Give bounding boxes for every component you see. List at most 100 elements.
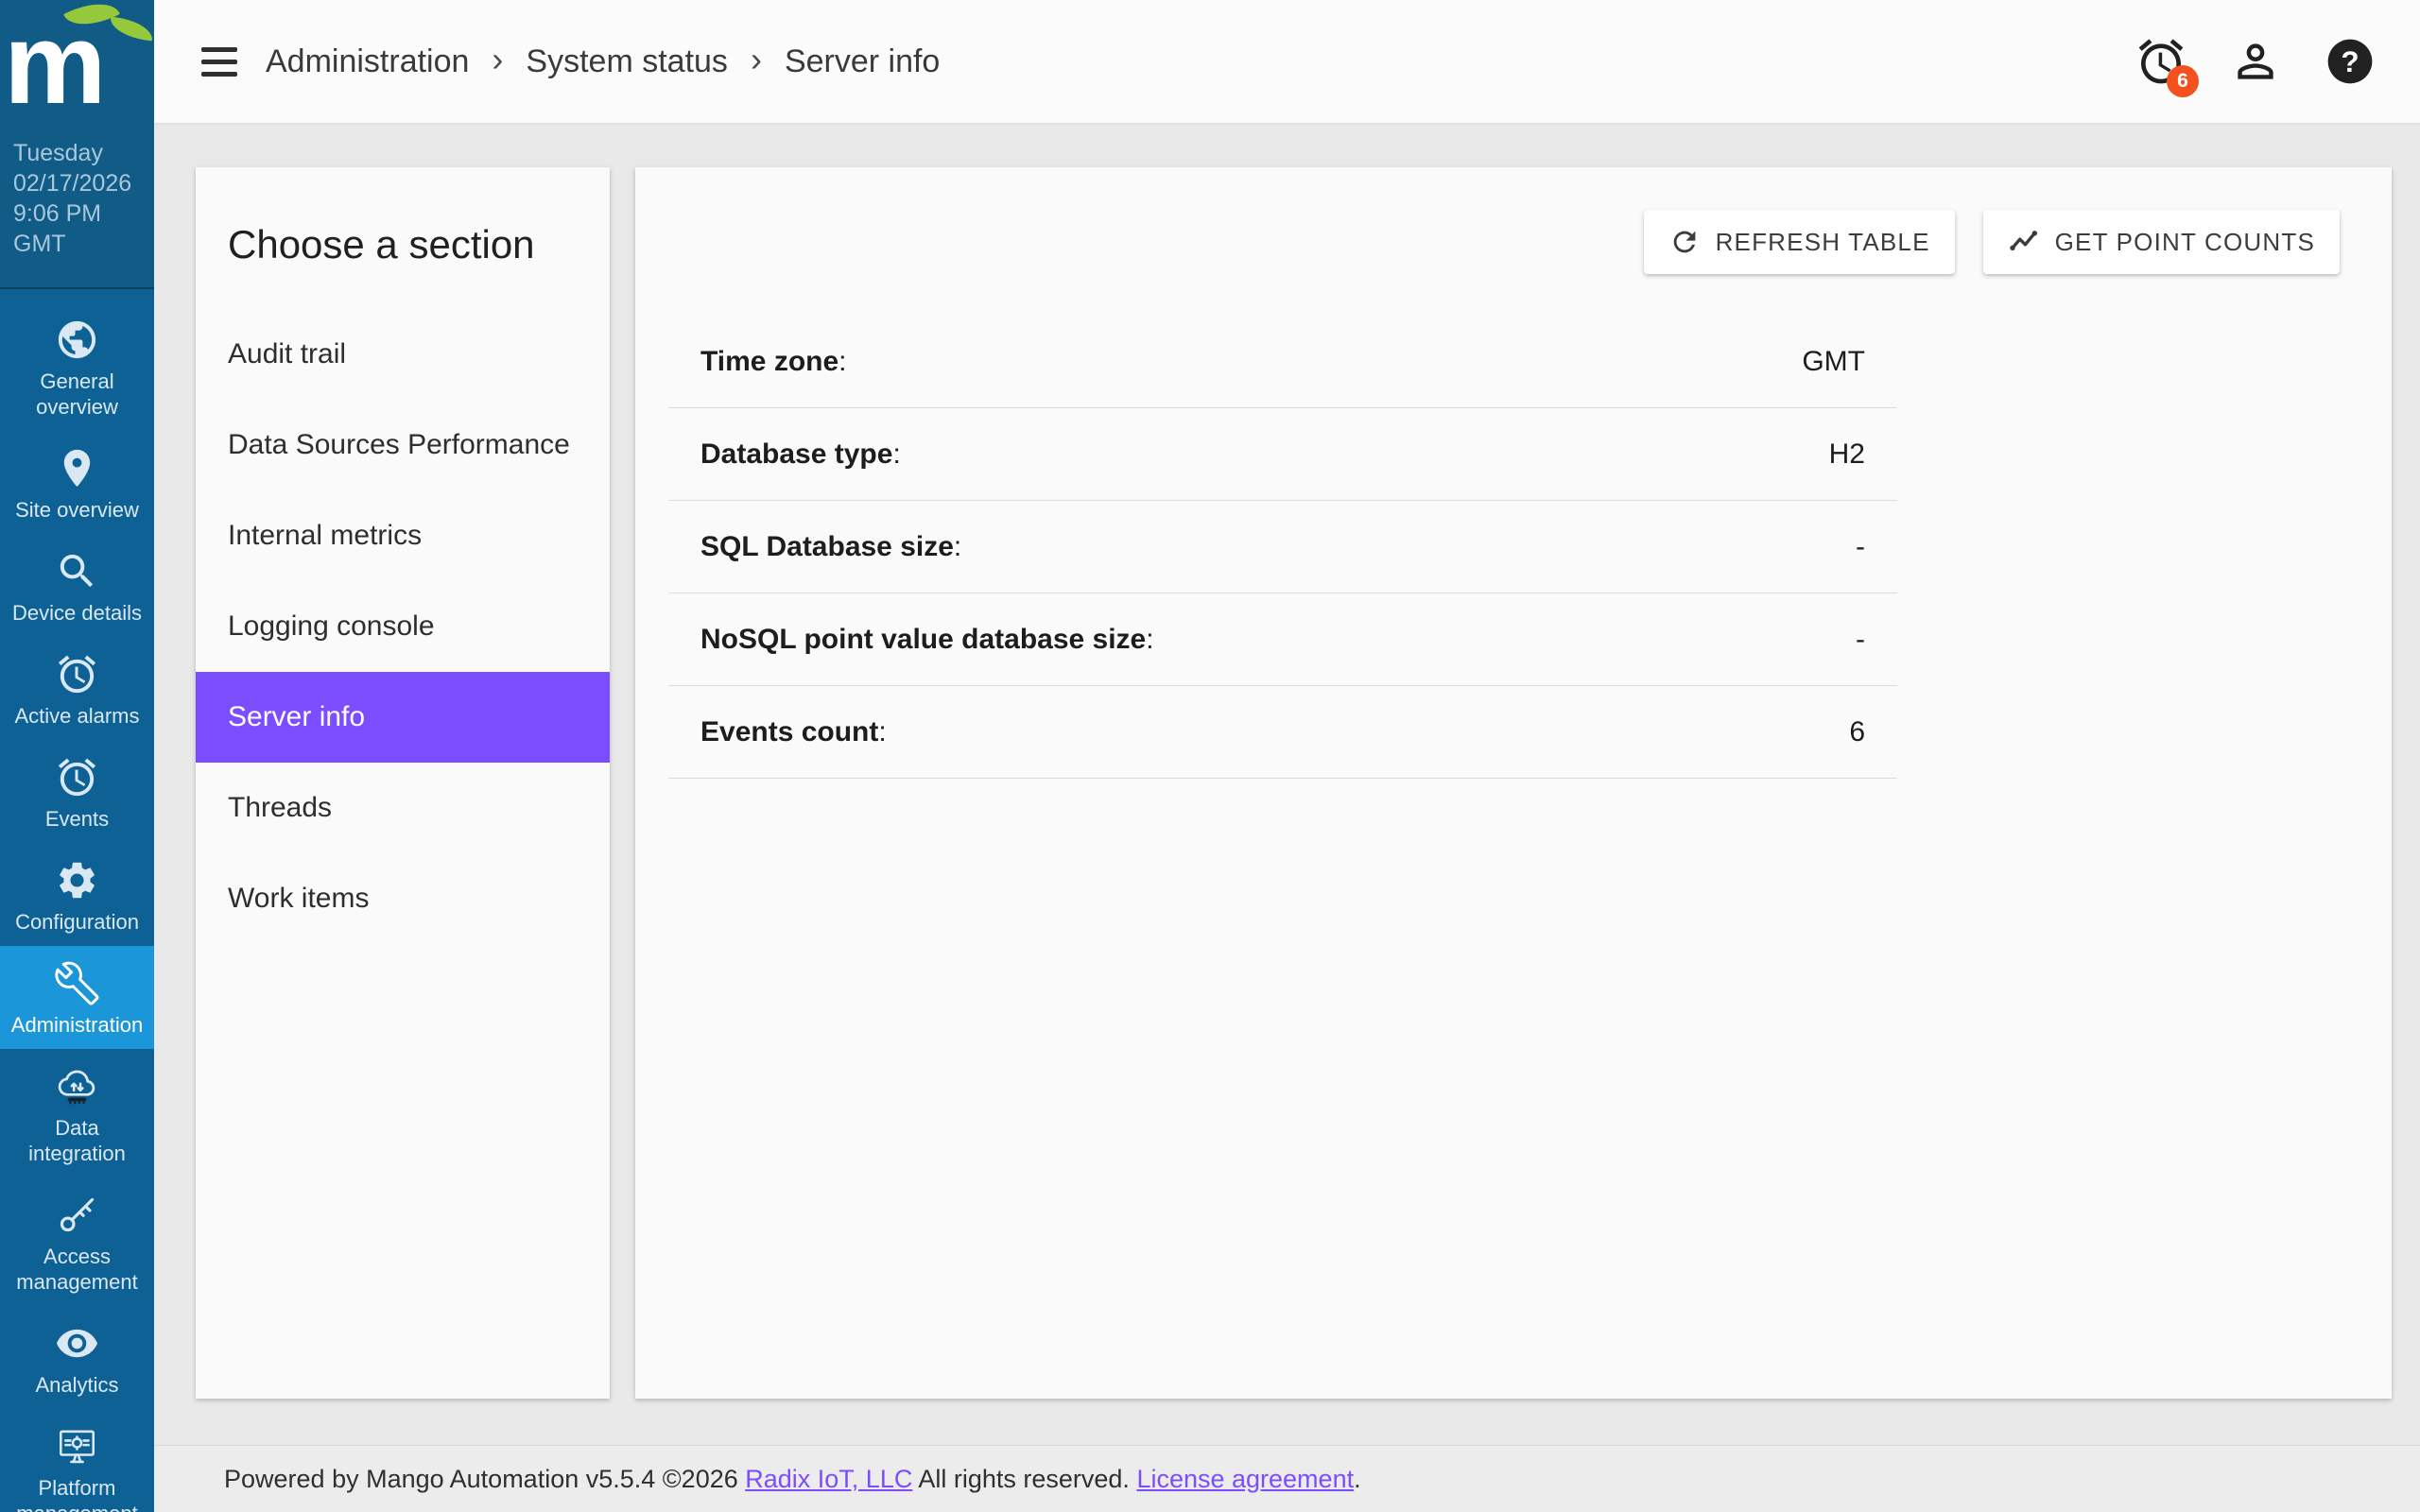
server-info-row-database-type: Database type: H2 xyxy=(668,408,1897,501)
footer-text: Powered by Mango Automation v5.5.4 ©2026… xyxy=(224,1465,1361,1494)
row-value: - xyxy=(1856,531,1865,563)
sidebar-item-data-integration[interactable]: Data integration xyxy=(0,1049,154,1177)
sidebar-item-label: Administration xyxy=(6,1012,148,1038)
sidebar-nav: General overview Site overview Device de… xyxy=(0,289,154,1512)
wrench-icon xyxy=(55,961,99,1005)
row-label: Events count: xyxy=(700,716,887,748)
sidebar-item-site-overview[interactable]: Site overview xyxy=(0,431,154,534)
key-icon xyxy=(55,1193,99,1237)
row-label: NoSQL point value database size: xyxy=(700,624,1154,656)
alarm-icon xyxy=(55,755,99,799)
period-text: . xyxy=(1354,1465,1361,1493)
map-pin-icon xyxy=(55,446,99,490)
button-get-point-counts[interactable]: GET POINT COUNTS xyxy=(1983,210,2340,274)
footer: Powered by Mango Automation v5.5.4 ©2026… xyxy=(154,1445,2420,1512)
sidebar-item-label: Active alarms xyxy=(6,703,148,729)
gear-icon xyxy=(55,858,99,902)
user-button[interactable] xyxy=(2229,35,2282,88)
server-info-row-sql-database-size: SQL Database size: - xyxy=(668,501,1897,593)
sidebar-item-active-alarms[interactable]: Active alarms xyxy=(0,637,154,740)
server-info-row-time-zone: Time zone: GMT xyxy=(668,316,1897,408)
breadcrumb-separator-icon: › xyxy=(751,43,762,77)
row-value: 6 xyxy=(1849,716,1865,748)
button-refresh-table[interactable]: REFRESH TABLE xyxy=(1644,210,1955,274)
server-info-row-events-count: Events count: 6 xyxy=(668,686,1897,779)
company-link[interactable]: Radix IoT, LLC xyxy=(745,1465,912,1493)
search-icon xyxy=(55,549,99,593)
server-info-table: Time zone: GMT Database type: H2 SQL Dat… xyxy=(668,316,1897,779)
sidebar-item-label: Site overview xyxy=(6,497,148,523)
sidebar-item-label: Device details xyxy=(6,600,148,626)
person-icon xyxy=(2229,35,2282,88)
app-root: m Tuesday 02/17/2026 9:06 PM GMT General… xyxy=(0,0,2420,1512)
section-list: Audit trail Data Sources Performance Int… xyxy=(196,309,610,944)
row-value: - xyxy=(1856,624,1865,656)
row-value: GMT xyxy=(1802,346,1865,378)
weekday-text: Tuesday xyxy=(13,138,147,168)
section-item-internal-metrics[interactable]: Internal metrics xyxy=(196,490,610,581)
monitor-gear-icon xyxy=(55,1424,99,1469)
help-button[interactable]: ? xyxy=(2324,35,2377,88)
globe-icon xyxy=(55,318,99,362)
time-text: 9:06 PM GMT xyxy=(13,198,147,259)
sidebar-item-label: Platform management xyxy=(6,1475,148,1512)
sidebar-item-label: Analytics xyxy=(6,1372,148,1398)
rights-text: All rights reserved. xyxy=(912,1465,1136,1493)
row-label: Database type: xyxy=(700,438,901,471)
section-chooser-title: Choose a section xyxy=(228,222,578,267)
row-label: Time zone: xyxy=(700,346,847,378)
section-item-server-info[interactable]: Server info xyxy=(196,672,610,763)
row-value: H2 xyxy=(1829,438,1865,471)
sidebar-item-label: General overview xyxy=(6,369,148,420)
menu-toggle-icon[interactable] xyxy=(201,47,237,77)
row-label: SQL Database size: xyxy=(700,531,961,563)
sidebar-item-platform-management[interactable]: Platform management xyxy=(0,1409,154,1512)
notifications-badge: 6 xyxy=(2167,65,2199,97)
mango-logo[interactable]: m xyxy=(0,0,154,123)
date-text: 02/17/2026 xyxy=(13,168,147,198)
cloud-sync-icon xyxy=(55,1064,99,1108)
datetime-display: Tuesday 02/17/2026 9:06 PM GMT xyxy=(0,123,154,289)
sidebar-item-label: Data integration xyxy=(6,1115,148,1166)
breadcrumb-item-administration[interactable]: Administration xyxy=(266,43,469,80)
section-item-data-sources-performance[interactable]: Data Sources Performance xyxy=(196,400,610,490)
server-info-row-nosql-point-value-database-size: NoSQL point value database size: - xyxy=(668,593,1897,686)
powered-by-text: Powered by Mango Automation v5.5.4 ©2026 xyxy=(224,1465,745,1493)
sidebar-item-general-overview[interactable]: General overview xyxy=(0,302,154,431)
license-agreement-link[interactable]: License agreement xyxy=(1136,1465,1354,1493)
refresh-icon xyxy=(1668,226,1701,258)
trend-icon xyxy=(2008,226,2040,258)
button-label: GET POINT COUNTS xyxy=(2055,228,2315,257)
section-chooser-panel: Choose a section Audit trail Data Source… xyxy=(196,167,610,1399)
sidebar-item-label: Configuration xyxy=(6,909,148,935)
help-icon: ? xyxy=(2324,35,2377,88)
sidebar: m Tuesday 02/17/2026 9:06 PM GMT General… xyxy=(0,0,154,1512)
sidebar-item-administration[interactable]: Administration xyxy=(0,946,154,1049)
button-label: REFRESH TABLE xyxy=(1716,228,1930,257)
eye-icon xyxy=(55,1321,99,1366)
server-info-panel: REFRESH TABLE GET POINT COUNTS Time zone… xyxy=(635,167,2392,1399)
sidebar-item-analytics[interactable]: Analytics xyxy=(0,1306,154,1409)
alarm-icon xyxy=(55,652,99,696)
logo-letter: m xyxy=(4,6,102,121)
section-item-work-items[interactable]: Work items xyxy=(196,853,610,944)
breadcrumb-item-system-status[interactable]: System status xyxy=(526,43,728,80)
section-item-logging-console[interactable]: Logging console xyxy=(196,581,610,672)
breadcrumb-separator-icon: › xyxy=(492,43,503,77)
svg-text:?: ? xyxy=(2341,44,2359,78)
section-item-audit-trail[interactable]: Audit trail xyxy=(196,309,610,400)
server-info-actions: REFRESH TABLE GET POINT COUNTS xyxy=(635,210,2340,274)
sidebar-item-device-details[interactable]: Device details xyxy=(0,534,154,637)
sidebar-item-events[interactable]: Events xyxy=(0,740,154,843)
sidebar-item-access-management[interactable]: Access management xyxy=(0,1177,154,1306)
content-area: Choose a section Audit trail Data Source… xyxy=(154,123,2420,1445)
main-column: Administration › System status › Server … xyxy=(154,0,2420,1512)
sidebar-item-label: Access management xyxy=(6,1244,148,1295)
breadcrumb: Administration › System status › Server … xyxy=(266,43,940,80)
sidebar-item-label: Events xyxy=(6,806,148,832)
notifications-button[interactable]: 6 xyxy=(2135,35,2187,88)
section-item-threads[interactable]: Threads xyxy=(196,763,610,853)
breadcrumb-item-server-info[interactable]: Server info xyxy=(785,43,940,80)
sidebar-item-configuration[interactable]: Configuration xyxy=(0,843,154,946)
leaf-icon xyxy=(109,17,154,42)
